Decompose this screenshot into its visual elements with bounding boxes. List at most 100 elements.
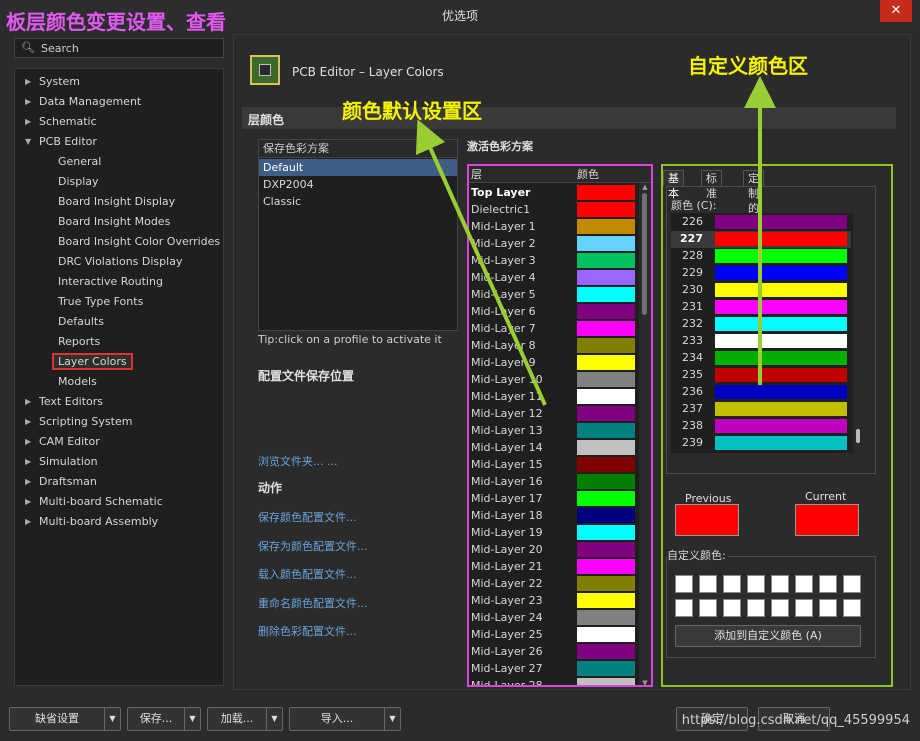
palette-row[interactable]: 231: [671, 299, 851, 316]
tree-item[interactable]: Data Management: [39, 93, 141, 111]
palette-swatch[interactable]: [715, 368, 847, 382]
layer-row[interactable]: Mid-Layer 21: [469, 558, 637, 575]
palette-row[interactable]: 228: [671, 248, 851, 265]
browse-folder-link[interactable]: 浏览文件夹... ...: [258, 453, 337, 469]
chevron-right-icon[interactable]: ▶: [25, 93, 35, 111]
layer-list-scrollbar[interactable]: ▲ ▼: [639, 183, 651, 685]
tab-custom[interactable]: 定制的: [743, 170, 764, 215]
layer-color-swatch[interactable]: [577, 542, 635, 557]
palette-row[interactable]: 229: [671, 265, 851, 282]
layer-color-swatch[interactable]: [577, 491, 635, 506]
chevron-down-icon[interactable]: ▼: [25, 133, 35, 151]
layer-row[interactable]: Mid-Layer 24: [469, 609, 637, 626]
palette-list[interactable]: 226 227 228 229 230 231 232 233 234 235 236 237 238 2…: [671, 213, 863, 453]
layer-color-swatch[interactable]: [577, 576, 635, 591]
palette-row[interactable]: 227: [671, 231, 851, 248]
action-link[interactable]: 保存为颜色配置文件...: [258, 538, 368, 554]
palette-swatch[interactable]: [715, 351, 847, 365]
layer-row[interactable]: Mid-Layer 28: [469, 677, 637, 685]
palette-swatch[interactable]: [715, 300, 847, 314]
save-button[interactable]: 保存... ▼: [127, 707, 201, 731]
layer-color-swatch[interactable]: [577, 338, 635, 353]
tree-item[interactable]: Display: [58, 173, 99, 191]
custom-color-cell[interactable]: [771, 599, 789, 617]
layer-color-swatch[interactable]: [577, 270, 635, 285]
tree-item[interactable]: System: [39, 73, 80, 91]
tree-item[interactable]: Defaults: [58, 313, 104, 331]
layer-color-swatch[interactable]: [577, 508, 635, 523]
layer-row[interactable]: Mid-Layer 17: [469, 490, 637, 507]
layer-row[interactable]: Mid-Layer 19: [469, 524, 637, 541]
layer-color-swatch[interactable]: [577, 287, 635, 302]
layer-color-swatch[interactable]: [577, 389, 635, 404]
action-link[interactable]: 删除色彩配置文件...: [258, 623, 357, 639]
layer-row[interactable]: Mid-Layer 15: [469, 456, 637, 473]
layer-color-swatch[interactable]: [577, 610, 635, 625]
palette-swatch[interactable]: [715, 249, 847, 263]
chevron-down-icon[interactable]: ▼: [384, 708, 400, 730]
custom-color-cell[interactable]: [843, 575, 861, 593]
tree-item[interactable]: Models: [58, 373, 97, 391]
custom-color-cell[interactable]: [795, 575, 813, 593]
layer-row[interactable]: Mid-Layer 8: [469, 337, 637, 354]
tree-item[interactable]: Reports: [58, 333, 100, 351]
custom-color-cell[interactable]: [819, 599, 837, 617]
chevron-right-icon[interactable]: ▶: [25, 433, 35, 451]
scroll-thumb[interactable]: [642, 193, 647, 315]
layer-color-swatch[interactable]: [577, 219, 635, 234]
chevron-right-icon[interactable]: ▶: [25, 73, 35, 91]
layer-row[interactable]: Mid-Layer 26: [469, 643, 637, 660]
custom-color-cell[interactable]: [699, 599, 717, 617]
tree-item[interactable]: Draftsman: [39, 473, 97, 491]
import-button[interactable]: 导入... ▼: [289, 707, 401, 731]
layer-color-swatch[interactable]: [577, 559, 635, 574]
layer-color-swatch[interactable]: [577, 321, 635, 336]
tree-item[interactable]: Board Insight Color Overrides: [58, 233, 220, 251]
layer-row[interactable]: Mid-Layer 4: [469, 269, 637, 286]
layer-color-swatch[interactable]: [577, 372, 635, 387]
tab-standard[interactable]: 标准: [701, 170, 722, 200]
chevron-down-icon[interactable]: ▼: [104, 708, 120, 730]
layer-color-swatch[interactable]: [577, 406, 635, 421]
scroll-up-icon[interactable]: ▲: [639, 183, 651, 191]
chevron-down-icon[interactable]: ▼: [266, 708, 282, 730]
layer-row[interactable]: Mid-Layer 7: [469, 320, 637, 337]
layer-color-swatch[interactable]: [577, 253, 635, 268]
chevron-right-icon[interactable]: ▶: [25, 473, 35, 491]
chevron-right-icon[interactable]: ▶: [25, 113, 35, 131]
tab-basic[interactable]: 基本: [663, 170, 684, 200]
search-input[interactable]: 🔍︎ Search: [14, 38, 224, 58]
layer-color-swatch[interactable]: [577, 423, 635, 438]
custom-color-cell[interactable]: [819, 575, 837, 593]
layer-row[interactable]: Mid-Layer 6: [469, 303, 637, 320]
custom-color-cell[interactable]: [723, 599, 741, 617]
profile-item[interactable]: DXP2004: [259, 176, 457, 193]
palette-row[interactable]: 237: [671, 401, 851, 418]
tree-item[interactable]: Board Insight Modes: [58, 213, 170, 231]
palette-row[interactable]: 236: [671, 384, 851, 401]
chevron-right-icon[interactable]: ▶: [25, 513, 35, 531]
layer-color-swatch[interactable]: [577, 440, 635, 455]
layer-color-swatch[interactable]: [577, 304, 635, 319]
layer-color-swatch[interactable]: [577, 593, 635, 608]
profile-list[interactable]: 保存色彩方案 Default DXP2004 Classic: [258, 139, 458, 331]
layer-row[interactable]: Mid-Layer 16: [469, 473, 637, 490]
tree-item[interactable]: Schematic: [39, 113, 97, 131]
custom-color-cell[interactable]: [675, 599, 693, 617]
tree-item[interactable]: Board Insight Display: [58, 193, 175, 211]
layer-row[interactable]: Mid-Layer 23: [469, 592, 637, 609]
chevron-right-icon[interactable]: ▶: [25, 493, 35, 511]
layer-row[interactable]: Mid-Layer 13: [469, 422, 637, 439]
palette-swatch[interactable]: [715, 436, 847, 450]
layer-color-swatch[interactable]: [577, 185, 635, 200]
custom-color-cell[interactable]: [747, 575, 765, 593]
palette-swatch[interactable]: [715, 283, 847, 297]
layer-color-swatch[interactable]: [577, 236, 635, 251]
defaults-button[interactable]: 缺省设置 ▼: [9, 707, 121, 731]
palette-row[interactable]: 233: [671, 333, 851, 350]
palette-row[interactable]: 238: [671, 418, 851, 435]
palette-swatch[interactable]: [715, 334, 847, 348]
palette-row[interactable]: 230: [671, 282, 851, 299]
chevron-right-icon[interactable]: ▶: [25, 413, 35, 431]
layer-row[interactable]: Mid-Layer 3: [469, 252, 637, 269]
